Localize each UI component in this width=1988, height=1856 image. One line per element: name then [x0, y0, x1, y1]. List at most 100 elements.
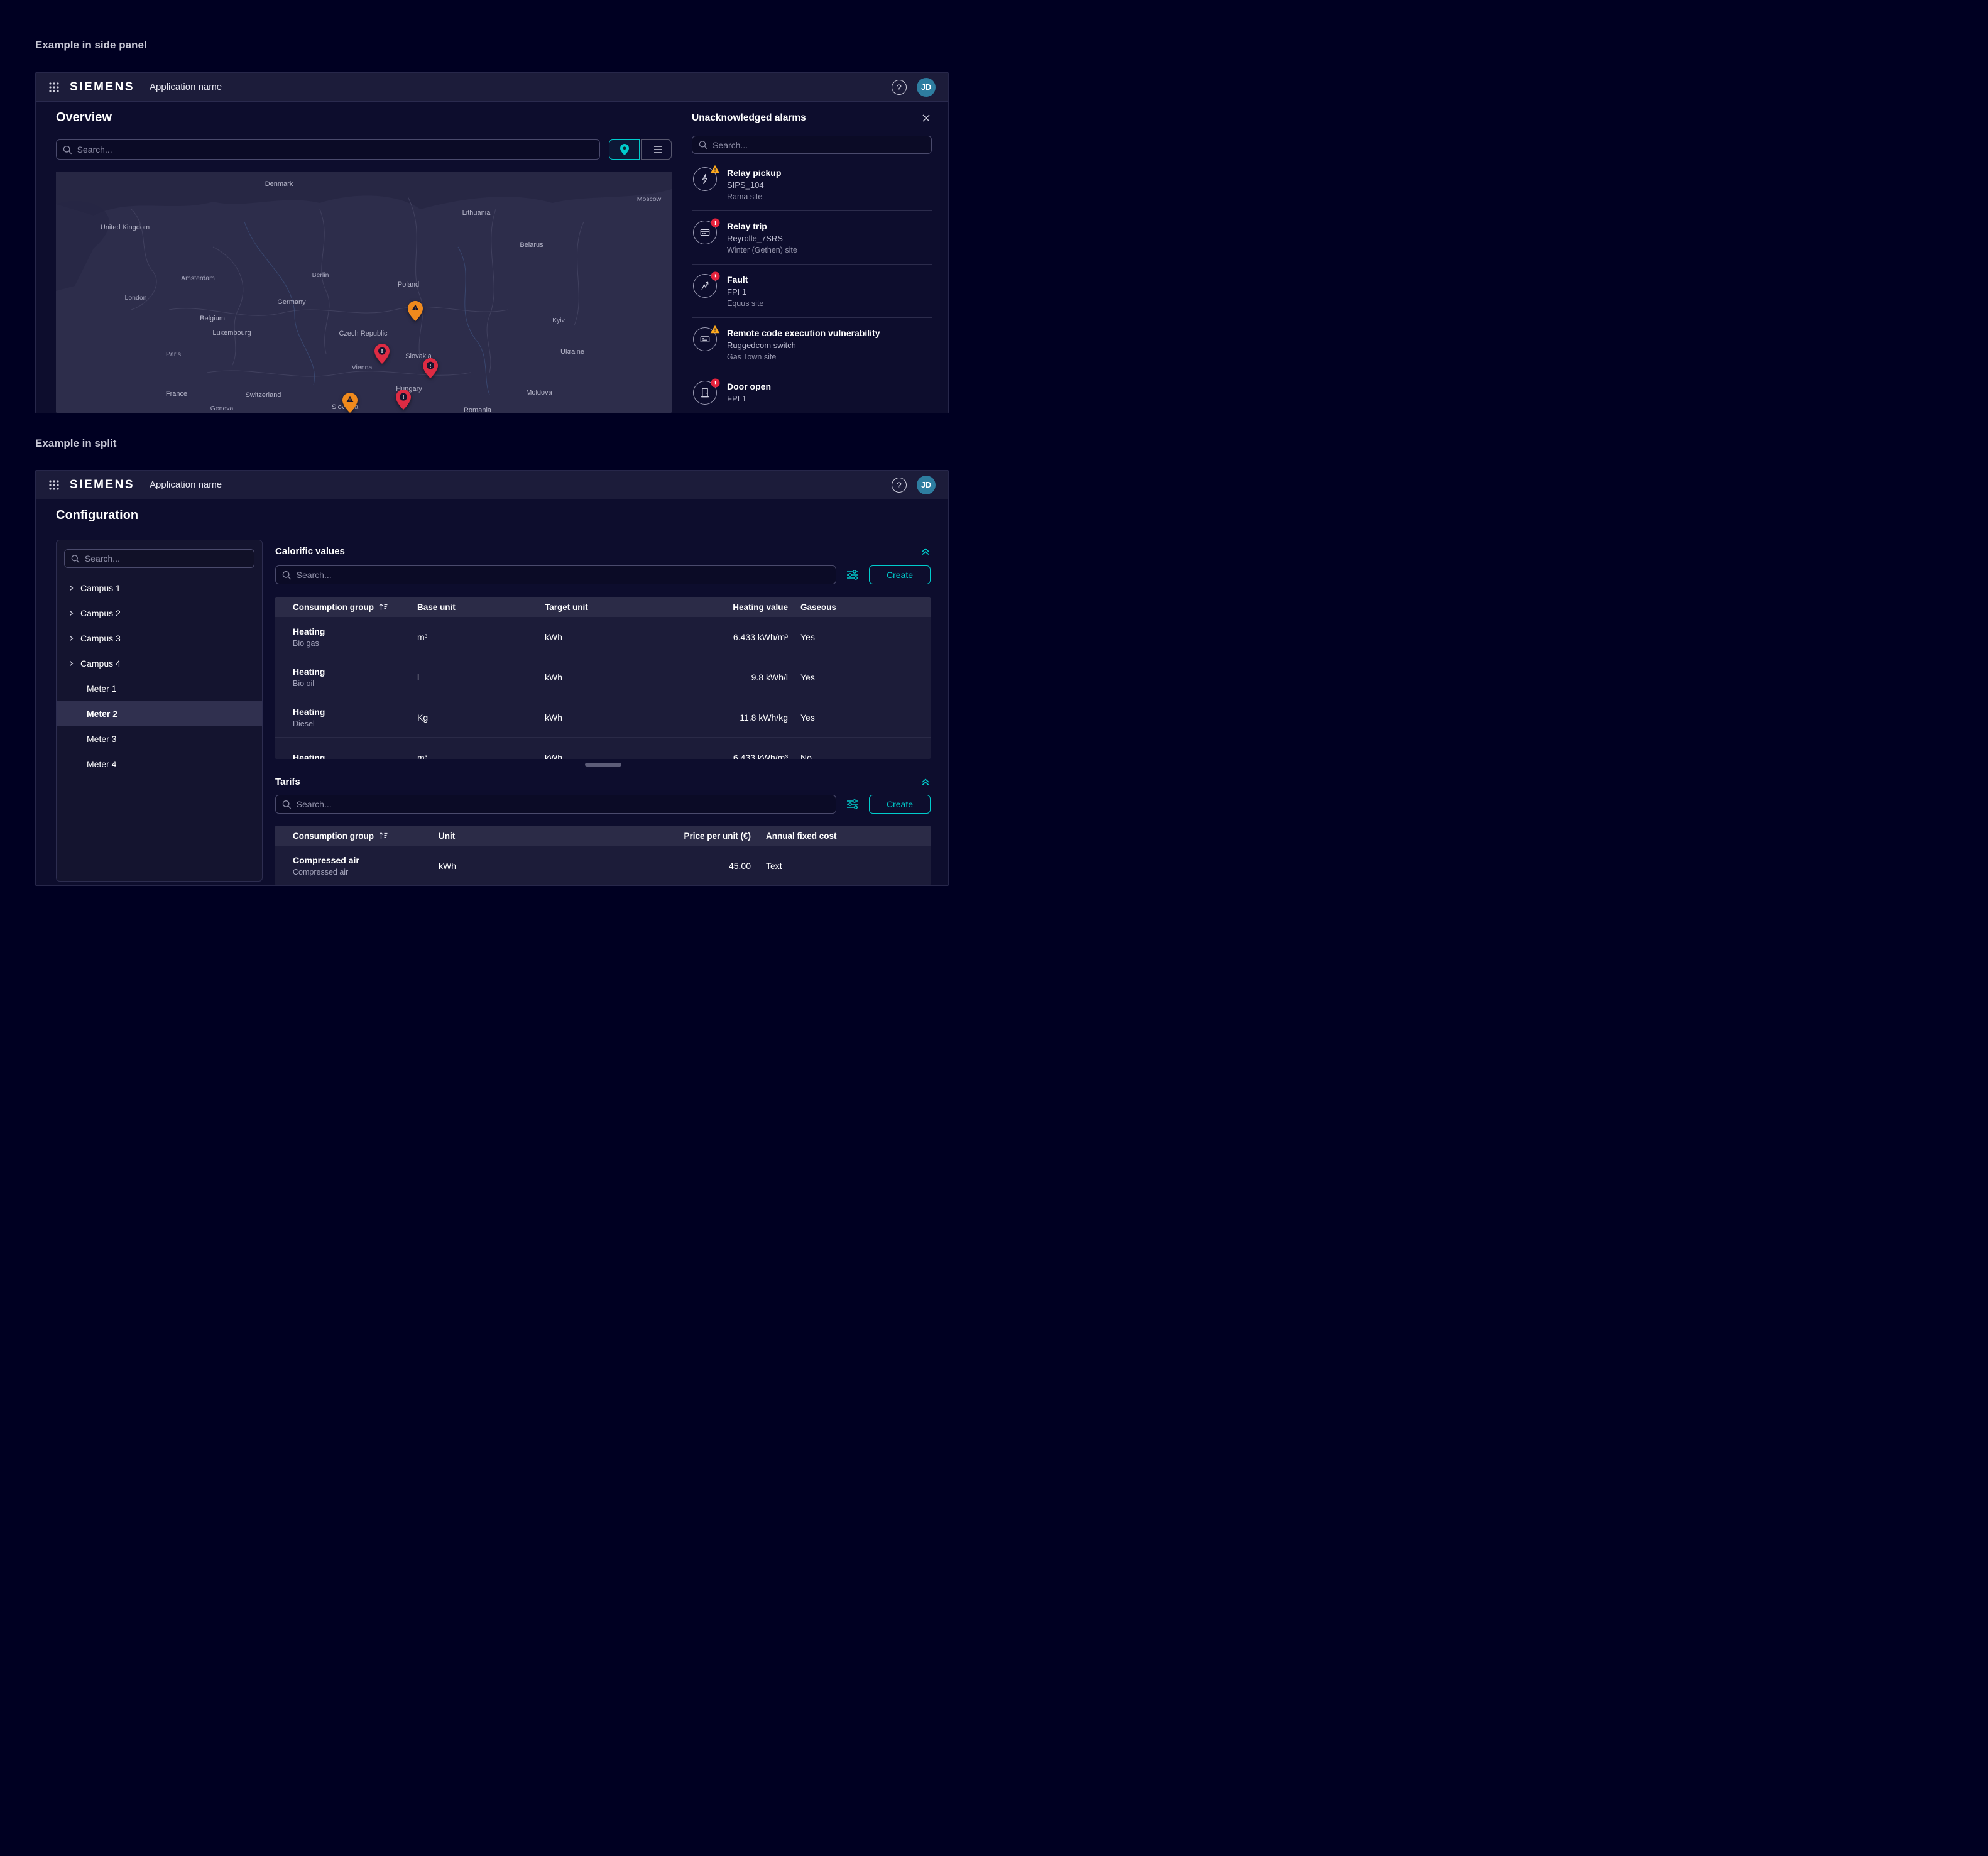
door-icon: [699, 386, 711, 399]
app-launcher-icon[interactable]: [48, 82, 60, 93]
user-avatar[interactable]: JD: [917, 78, 936, 97]
map-pin-error[interactable]: !: [396, 390, 411, 413]
map-view-toggle[interactable]: [609, 139, 640, 160]
sidebar-item-meter-3[interactable]: Meter 3: [57, 726, 262, 751]
example-split-label: Example in split: [35, 437, 116, 450]
alarm-item[interactable]: !Relay tripReyrolle_7SRSWinter (Gethen) …: [692, 211, 932, 265]
sidebar-item-meter-4[interactable]: Meter 4: [57, 751, 262, 777]
alarm-item[interactable]: !Relay pickupSIPS_104Rama site: [692, 158, 932, 211]
filter-icon[interactable]: [846, 799, 859, 810]
row-group: Heating: [293, 666, 417, 677]
row-detail: Bio oil: [293, 679, 417, 689]
row-base-unit: Kg: [417, 712, 545, 723]
alarms-search: [692, 136, 932, 155]
user-avatar[interactable]: JD: [917, 476, 936, 494]
sort-icon: [379, 603, 388, 611]
map-pin-warning[interactable]: !: [342, 393, 358, 413]
calorific-section-title: Calorific values: [275, 546, 345, 557]
column-header-consumption-group[interactable]: Consumption group: [293, 831, 439, 841]
table-header-row: Consumption groupUnitPrice per unit (€)A…: [275, 826, 931, 846]
sidebar-item-meter-1[interactable]: Meter 1: [57, 676, 262, 701]
svg-text:!: !: [430, 363, 432, 369]
tarifs-search: [275, 795, 836, 814]
alarms-search-input[interactable]: [713, 140, 925, 150]
sidebar-item-label: Campus 1: [80, 583, 121, 593]
fault-icon: [699, 280, 711, 292]
example-side-panel-label: Example in side panel: [35, 39, 147, 52]
tarifs-section-title: Tarifs: [275, 777, 300, 787]
chevron-right-icon: [68, 610, 74, 616]
table-row[interactable]: HeatingBio oillkWh9.8 kWh/lYes: [275, 657, 931, 697]
collapse-section-icon[interactable]: [920, 777, 931, 787]
sidebar-item-label: Meter 2: [87, 709, 117, 719]
create-button[interactable]: Create: [869, 795, 931, 814]
column-header-gaseous: Gaseous: [788, 603, 931, 612]
map-pin-warning[interactable]: !: [408, 301, 423, 324]
overview-title: Overview: [56, 111, 112, 125]
sidebar-item-campus-4[interactable]: Campus 4: [57, 651, 262, 676]
alarm-item[interactable]: !FaultFPI 1Equus site: [692, 265, 932, 318]
chevron-right-icon: [68, 635, 74, 641]
collapse-section-icon[interactable]: [920, 546, 931, 556]
alarm-device-icon: !: [693, 381, 718, 406]
column-header-unit: Unit: [439, 831, 627, 841]
map-pin-error[interactable]: !: [423, 358, 438, 381]
error-badge-icon: !: [711, 218, 720, 227]
map-pins-layer: !!!!!: [56, 172, 672, 413]
create-button[interactable]: Create: [869, 565, 931, 584]
alarm-site: Winter (Gethen) site: [727, 245, 797, 255]
row-gaseous: Yes: [788, 672, 931, 682]
sidebar-item-campus-3[interactable]: Campus 3: [57, 626, 262, 651]
table-row[interactable]: Compressed airCompressed airkWh45.00Text: [275, 846, 931, 885]
help-button[interactable]: ?: [892, 478, 907, 493]
sidebar-search-input[interactable]: [85, 554, 248, 564]
app-name: Application name: [150, 479, 222, 490]
tarifs-search-input[interactable]: [297, 799, 829, 809]
calorific-search: [275, 565, 836, 584]
overview-search-input[interactable]: [77, 145, 593, 155]
close-icon[interactable]: [920, 112, 932, 124]
configuration-sidebar: Campus 1 Campus 2Campus 3Campus 4Meter 1 M…: [56, 540, 263, 882]
alarm-site: Equus site: [727, 298, 763, 308]
row-heating-value: 11.8 kWh/kg: [706, 712, 788, 723]
list-view-toggle[interactable]: [641, 139, 672, 160]
row-heating-value: 6.433 kWh/m³: [706, 753, 788, 760]
column-header-heating-value: Heating value: [706, 603, 788, 612]
alarm-item[interactable]: !Door openFPI 1: [692, 371, 932, 413]
alarm-asset: Reyrolle_7SRS: [727, 233, 797, 244]
app-launcher-icon[interactable]: [48, 479, 60, 491]
row-detail: Diesel: [293, 719, 417, 729]
alarm-list: !Relay pickupSIPS_104Rama site!Relay tri…: [692, 158, 932, 413]
column-header-target-unit: Target unit: [545, 603, 706, 612]
map[interactable]: LatviaDenmarkMoscowLithuaniaUnited Kingd…: [56, 172, 672, 413]
alarm-asset: SIPS_104: [727, 180, 781, 190]
asset-tree: Campus 1Campus 2Campus 3Campus 4Meter 1M…: [64, 576, 254, 777]
column-header-consumption-group[interactable]: Consumption group: [293, 603, 417, 612]
row-target-unit: kWh: [545, 632, 706, 642]
overview-search: [56, 139, 600, 160]
horizontal-scrollbar[interactable]: [585, 763, 621, 767]
row-group: Heating: [293, 626, 417, 637]
table-row[interactable]: Heatingm³kWh6.433 kWh/m³No: [275, 738, 931, 759]
relay-device-icon: [699, 226, 711, 239]
sidebar-item-campus-1[interactable]: Campus 1: [57, 576, 262, 601]
alarm-item[interactable]: !Remote code execution vulnerabilityRugg…: [692, 318, 932, 371]
calorific-table: Consumption groupBase unitTarget unitHea…: [275, 597, 931, 759]
sidebar-item-label: Meter 4: [87, 759, 116, 769]
svg-text:!: !: [381, 348, 383, 354]
sidebar-item-meter-2[interactable]: Meter 2: [57, 701, 262, 726]
alarm-asset: Ruggedcom switch: [727, 340, 880, 351]
table-row[interactable]: HeatingDieselKgkWh11.8 kWh/kgYes: [275, 697, 931, 738]
calorific-search-input[interactable]: [297, 570, 829, 580]
map-pin-error[interactable]: !: [374, 344, 390, 367]
overview-window: SIEMENS Application name ? JD Overview: [35, 72, 949, 413]
sidebar-item-campus-2[interactable]: Campus 2: [57, 601, 262, 626]
alarm-device-icon: !: [693, 221, 718, 246]
filter-icon[interactable]: [846, 569, 859, 581]
location-pin-icon: [620, 144, 629, 155]
row-base-unit: m³: [417, 753, 545, 760]
row-detail: Compressed air: [293, 867, 439, 877]
help-button[interactable]: ?: [892, 80, 907, 95]
table-row[interactable]: HeatingBio gasm³kWh6.433 kWh/m³Yes: [275, 617, 931, 657]
row-base-unit: m³: [417, 632, 545, 642]
